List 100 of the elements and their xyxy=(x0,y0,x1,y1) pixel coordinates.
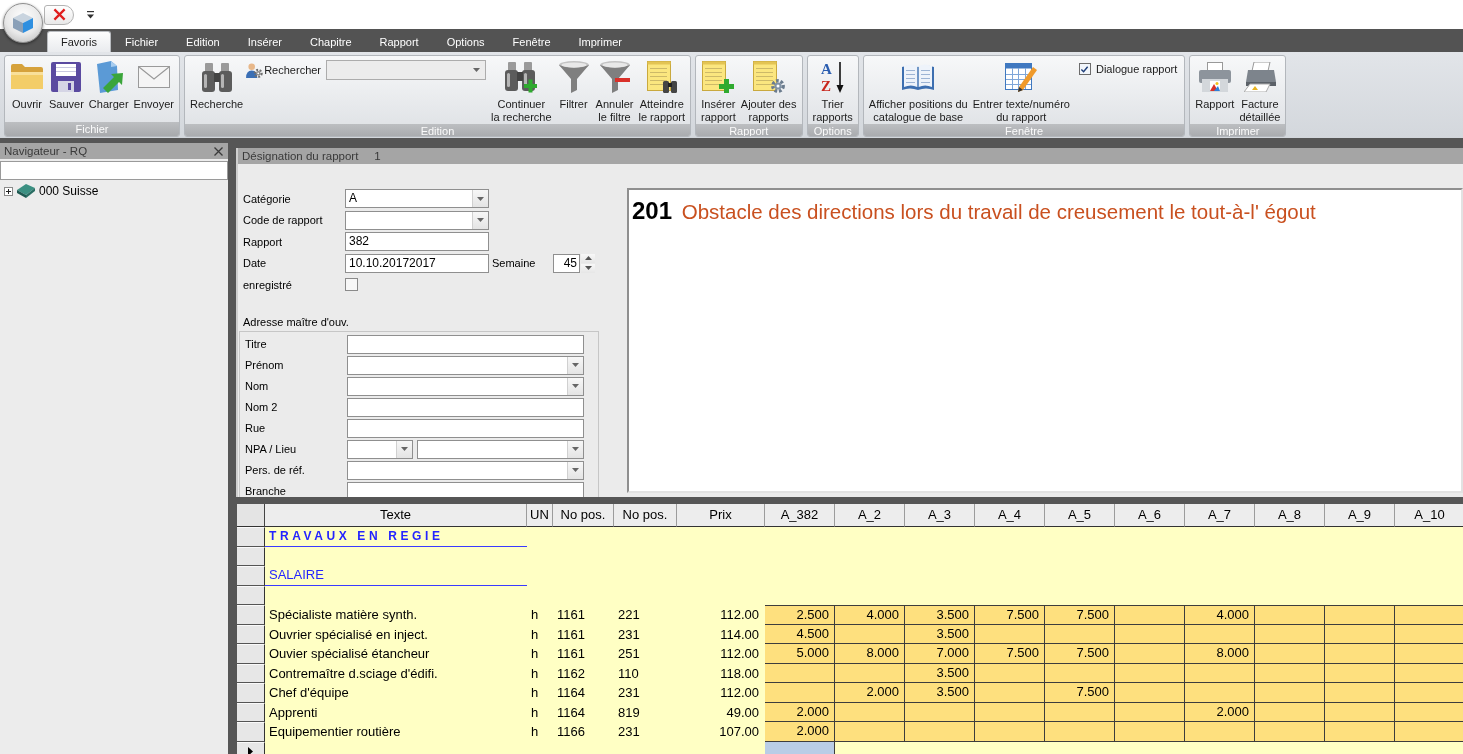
row-header[interactable] xyxy=(237,722,265,742)
table-cell[interactable] xyxy=(1325,624,1395,644)
table-cell[interactable]: 5.000 xyxy=(765,644,835,664)
ribbon-button[interactable]: Charger xyxy=(86,57,131,111)
table-cell[interactable]: 2.000 xyxy=(835,683,905,703)
combo-field[interactable] xyxy=(347,460,584,480)
dropdown-button[interactable] xyxy=(567,461,583,479)
ribbon-button[interactable]: A Z Trier rapports xyxy=(810,57,855,124)
table-cell[interactable] xyxy=(835,624,905,644)
table-cell[interactable] xyxy=(1395,624,1463,644)
expand-icon[interactable] xyxy=(4,186,13,196)
tree-item[interactable]: 000 Suisse xyxy=(39,184,99,198)
checkbox[interactable] xyxy=(1078,63,1091,75)
table-cell[interactable] xyxy=(835,722,905,742)
table-cell[interactable] xyxy=(1255,605,1325,625)
table-cell[interactable] xyxy=(1395,605,1463,625)
table-cell[interactable]: 3.500 xyxy=(905,605,975,625)
table-cell[interactable]: 2.000 xyxy=(765,722,835,742)
row-header[interactable] xyxy=(237,527,265,547)
ribbon-button[interactable]: Facture détaillée xyxy=(1237,57,1283,124)
search-field[interactable] xyxy=(0,161,228,180)
table-cell[interactable] xyxy=(905,722,975,742)
combo-field[interactable]: A xyxy=(345,189,489,209)
dropdown-button[interactable] xyxy=(567,377,583,395)
table-cell[interactable]: 3.500 xyxy=(905,663,975,683)
table-cell[interactable] xyxy=(975,722,1045,742)
table-cell[interactable] xyxy=(1255,644,1325,664)
text-field[interactable]: 10.10.20172017 xyxy=(345,253,489,273)
text-field[interactable] xyxy=(347,397,584,417)
ribbon-button[interactable]: Afficher positions du catalogue de base xyxy=(866,57,970,124)
table-cell[interactable]: 7.500 xyxy=(1045,605,1115,625)
table-cell[interactable] xyxy=(905,702,975,722)
ribbon-button[interactable]: Rapport xyxy=(1193,57,1237,111)
table-cell[interactable] xyxy=(1115,663,1185,683)
table-cell[interactable] xyxy=(975,702,1045,722)
table-cell[interactable] xyxy=(1185,663,1255,683)
ribbon-tab[interactable]: Fenêtre xyxy=(498,31,565,52)
table-cell[interactable] xyxy=(1045,663,1115,683)
ribbon-button[interactable]: Recherche xyxy=(187,57,246,111)
table-cell[interactable] xyxy=(1255,683,1325,703)
table-cell[interactable]: 7.000 xyxy=(905,644,975,664)
ribbon-button[interactable]: Annuler le filtre xyxy=(593,57,636,124)
column-header[interactable]: UN xyxy=(527,504,553,527)
row-header[interactable] xyxy=(237,624,265,644)
table-cell[interactable] xyxy=(1255,722,1325,742)
column-header[interactable]: A_10 xyxy=(1395,504,1463,527)
table-cell[interactable]: 4.000 xyxy=(1185,605,1255,625)
table-cell[interactable] xyxy=(835,663,905,683)
spin-down-button[interactable] xyxy=(581,263,595,273)
ribbon-button[interactable]: Entrer texte/numéro du rapport xyxy=(970,57,1072,124)
table-cell[interactable] xyxy=(1255,624,1325,644)
table-cell[interactable]: 7.500 xyxy=(975,605,1045,625)
ribbon-button[interactable]: Continuer la recherche xyxy=(489,57,554,124)
text-field[interactable]: 382 xyxy=(345,232,489,252)
table-cell[interactable] xyxy=(1395,663,1463,683)
table-cell[interactable] xyxy=(975,683,1045,703)
row-header[interactable] xyxy=(237,644,265,664)
table-cell[interactable] xyxy=(835,702,905,722)
table-cell[interactable] xyxy=(1115,722,1185,742)
ribbon-tab[interactable]: Options xyxy=(432,31,499,52)
table-cell[interactable]: 7.500 xyxy=(1045,644,1115,664)
dropdown-button[interactable] xyxy=(396,440,412,458)
table-cell[interactable] xyxy=(765,683,835,703)
table-cell[interactable]: 2.000 xyxy=(765,702,835,722)
column-header[interactable]: No pos. xyxy=(553,504,614,527)
close-icon[interactable] xyxy=(214,146,223,156)
table-cell[interactable]: 8.000 xyxy=(835,644,905,664)
column-header[interactable]: A_382 xyxy=(765,504,835,527)
table-cell[interactable]: 4.500 xyxy=(765,624,835,644)
table-cell[interactable] xyxy=(765,663,835,683)
row-header[interactable] xyxy=(237,605,265,625)
text-field[interactable] xyxy=(347,334,584,354)
dropdown-button[interactable] xyxy=(567,440,583,458)
column-header[interactable]: A_3 xyxy=(905,504,975,527)
table-cell[interactable] xyxy=(1045,624,1115,644)
column-header[interactable]: A_8 xyxy=(1255,504,1325,527)
column-header[interactable]: A_4 xyxy=(975,504,1045,527)
app-menu-button[interactable] xyxy=(3,3,43,43)
combo-field[interactable] xyxy=(347,439,413,459)
ribbon-tab[interactable]: Imprimer xyxy=(564,31,636,52)
table-cell[interactable]: 4.000 xyxy=(835,605,905,625)
table-cell[interactable] xyxy=(1115,605,1185,625)
table-cell[interactable] xyxy=(1115,683,1185,703)
ribbon-button[interactable]: Envoyer xyxy=(131,57,176,111)
search-field[interactable] xyxy=(326,60,487,80)
table-cell[interactable]: 7.500 xyxy=(1045,683,1115,703)
row-header[interactable] xyxy=(237,663,265,683)
combo-field[interactable] xyxy=(345,210,489,230)
ribbon-tab[interactable]: Edition xyxy=(172,31,234,52)
column-header[interactable]: A_7 xyxy=(1185,504,1255,527)
ribbon-button[interactable]: Insérer rapport xyxy=(699,57,738,124)
ribbon-button[interactable]: Filtrer xyxy=(554,57,593,111)
table-cell[interactable] xyxy=(1115,624,1185,644)
table-cell[interactable] xyxy=(975,624,1045,644)
column-header[interactable]: A_9 xyxy=(1325,504,1395,527)
row-header[interactable] xyxy=(237,683,265,703)
combo-field[interactable] xyxy=(417,439,584,459)
ribbon-tab[interactable]: Chapitre xyxy=(295,31,366,52)
table-cell[interactable] xyxy=(1325,722,1395,742)
row-header[interactable] xyxy=(237,585,265,605)
